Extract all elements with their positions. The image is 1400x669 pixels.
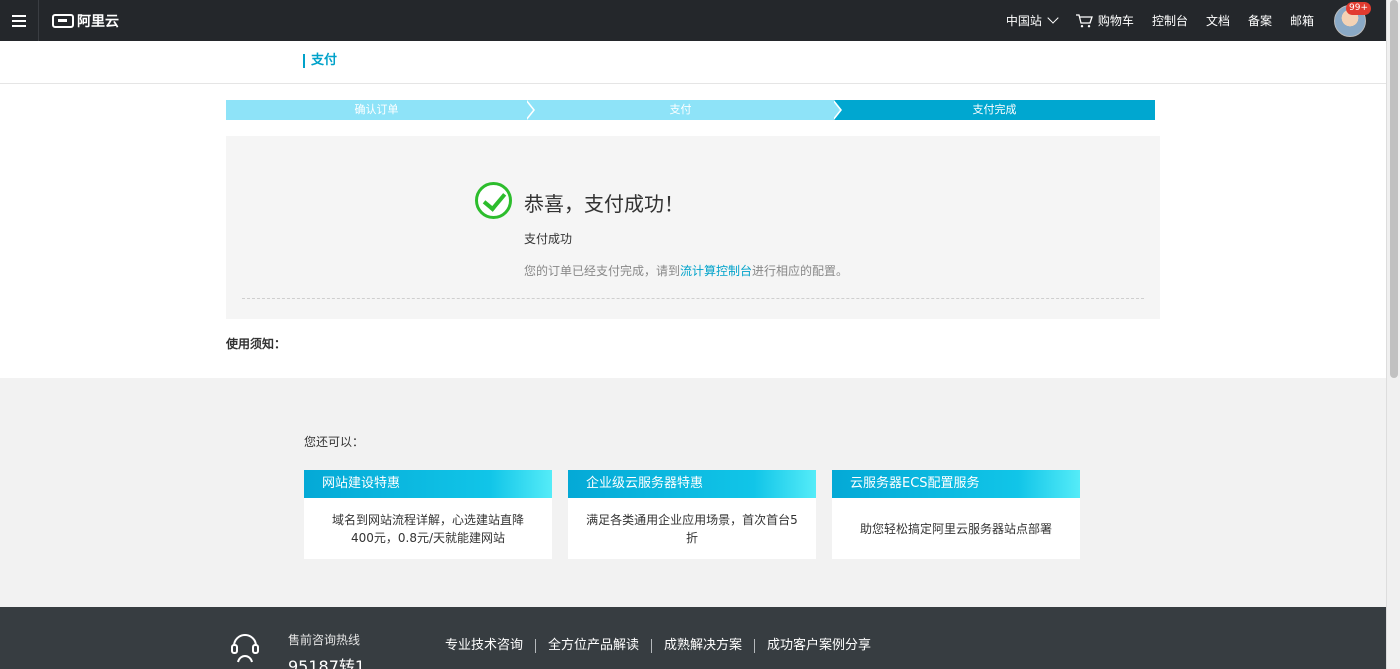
footer-link-customer-cases[interactable]: 成功客户案例分享: [754, 639, 883, 653]
notification-badge: 99+: [1346, 1, 1371, 15]
top-nav-links: 中国站 购物车 控制台 文档 备案 邮箱 99+: [988, 0, 1371, 41]
page-header: 支付: [0, 41, 1386, 84]
step-payment: 支付: [527, 100, 834, 120]
dashed-divider: [242, 298, 1144, 299]
cart-icon: [1075, 13, 1093, 27]
step-divider-arrow: [525, 100, 533, 120]
console-link[interactable]: 控制台: [1152, 12, 1188, 29]
card-body: 满足各类通用企业应用场景，首次首台5折: [586, 512, 798, 545]
order-progress-steps: 确认订单 支付 支付完成: [226, 100, 1155, 120]
card-title: 网站建设特惠: [304, 470, 552, 498]
vertical-scrollbar[interactable]: [1386, 0, 1400, 669]
usage-notice-label: 使用须知：: [226, 337, 287, 351]
logo-text: 阿里云: [77, 14, 119, 30]
success-check-icon: [475, 182, 512, 219]
docs-link[interactable]: 文档: [1206, 12, 1230, 29]
footer-links: 专业技术咨询 全方位产品解读 成熟解决方案 成功客户案例分享: [445, 639, 883, 653]
card-title: 云服务器ECS配置服务: [832, 470, 1080, 498]
cart-label: 购物车: [1097, 14, 1134, 28]
description-text: 您的订单已经支付完成，请到: [524, 264, 681, 278]
payment-result-panel: 恭喜，支付成功！ 支付成功 您的订单已经支付完成，请到流计算控制台进行相应的配置…: [226, 136, 1160, 319]
card-body: 域名到网站流程详解，心选建站直降400元，0.8元/天就能建网站: [331, 512, 524, 545]
hamburger-menu-button[interactable]: [0, 0, 39, 41]
footer: 售前咨询热线 95187转1 专业技术咨询 全方位产品解读 成熟解决方案 成功客…: [0, 607, 1386, 669]
recommend-card-enterprise-server[interactable]: 企业级云服务器特惠 满足各类通用企业应用场景，首次首台5折: [568, 470, 816, 559]
chevron-down-icon: [1047, 12, 1059, 24]
recommendation-heading: 您还可以：: [304, 435, 365, 449]
mailbox-link[interactable]: 邮箱: [1290, 12, 1314, 29]
user-avatar[interactable]: 99+: [1334, 1, 1371, 37]
region-selector[interactable]: 中国站: [1005, 12, 1059, 29]
card-body: 助您轻松搞定阿里云服务器站点部署: [859, 521, 1052, 536]
filing-link[interactable]: 备案: [1248, 12, 1272, 29]
footer-link-product-guide[interactable]: 全方位产品解读: [535, 639, 651, 653]
aliyun-logo-icon: [52, 14, 74, 28]
success-description: 您的订单已经支付完成，请到流计算控制台进行相应的配置。: [524, 262, 848, 279]
hotline-number: 95187转1: [288, 657, 366, 669]
success-title: 恭喜，支付成功！: [524, 192, 684, 216]
step-payment-complete: 支付完成: [834, 100, 1155, 120]
page-title: 支付: [303, 54, 337, 68]
step-divider-arrow: [832, 100, 840, 120]
scrollbar-thumb[interactable]: [1390, 0, 1398, 378]
headset-icon: [231, 634, 259, 663]
hotline-label: 售前咨询热线: [288, 633, 361, 647]
region-label: 中国站: [1005, 14, 1042, 28]
success-subtitle: 支付成功: [524, 232, 573, 246]
recommend-card-website[interactable]: 网站建设特惠 域名到网站流程详解，心选建站直降400元，0.8元/天就能建网站: [304, 470, 552, 559]
step-confirm-order: 确认订单: [226, 100, 527, 120]
footer-link-tech-consult[interactable]: 专业技术咨询: [445, 639, 535, 653]
description-text: 进行相应的配置。: [752, 264, 849, 278]
menu-icon: [12, 14, 26, 27]
recommend-card-ecs-config[interactable]: 云服务器ECS配置服务 助您轻松搞定阿里云服务器站点部署: [832, 470, 1080, 559]
stream-compute-console-link[interactable]: 流计算控制台: [680, 264, 752, 278]
card-title: 企业级云服务器特惠: [568, 470, 816, 498]
aliyun-logo[interactable]: 阿里云: [52, 11, 119, 31]
footer-link-solutions[interactable]: 成熟解决方案: [651, 639, 754, 653]
recommendation-section: 您还可以： 网站建设特惠 域名到网站流程详解，心选建站直降400元，0.8元/天…: [0, 378, 1386, 607]
cart-link[interactable]: 购物车: [1075, 12, 1134, 29]
top-navbar: 阿里云 中国站 购物车 控制台 文档 备案 邮箱 99+: [0, 0, 1386, 41]
